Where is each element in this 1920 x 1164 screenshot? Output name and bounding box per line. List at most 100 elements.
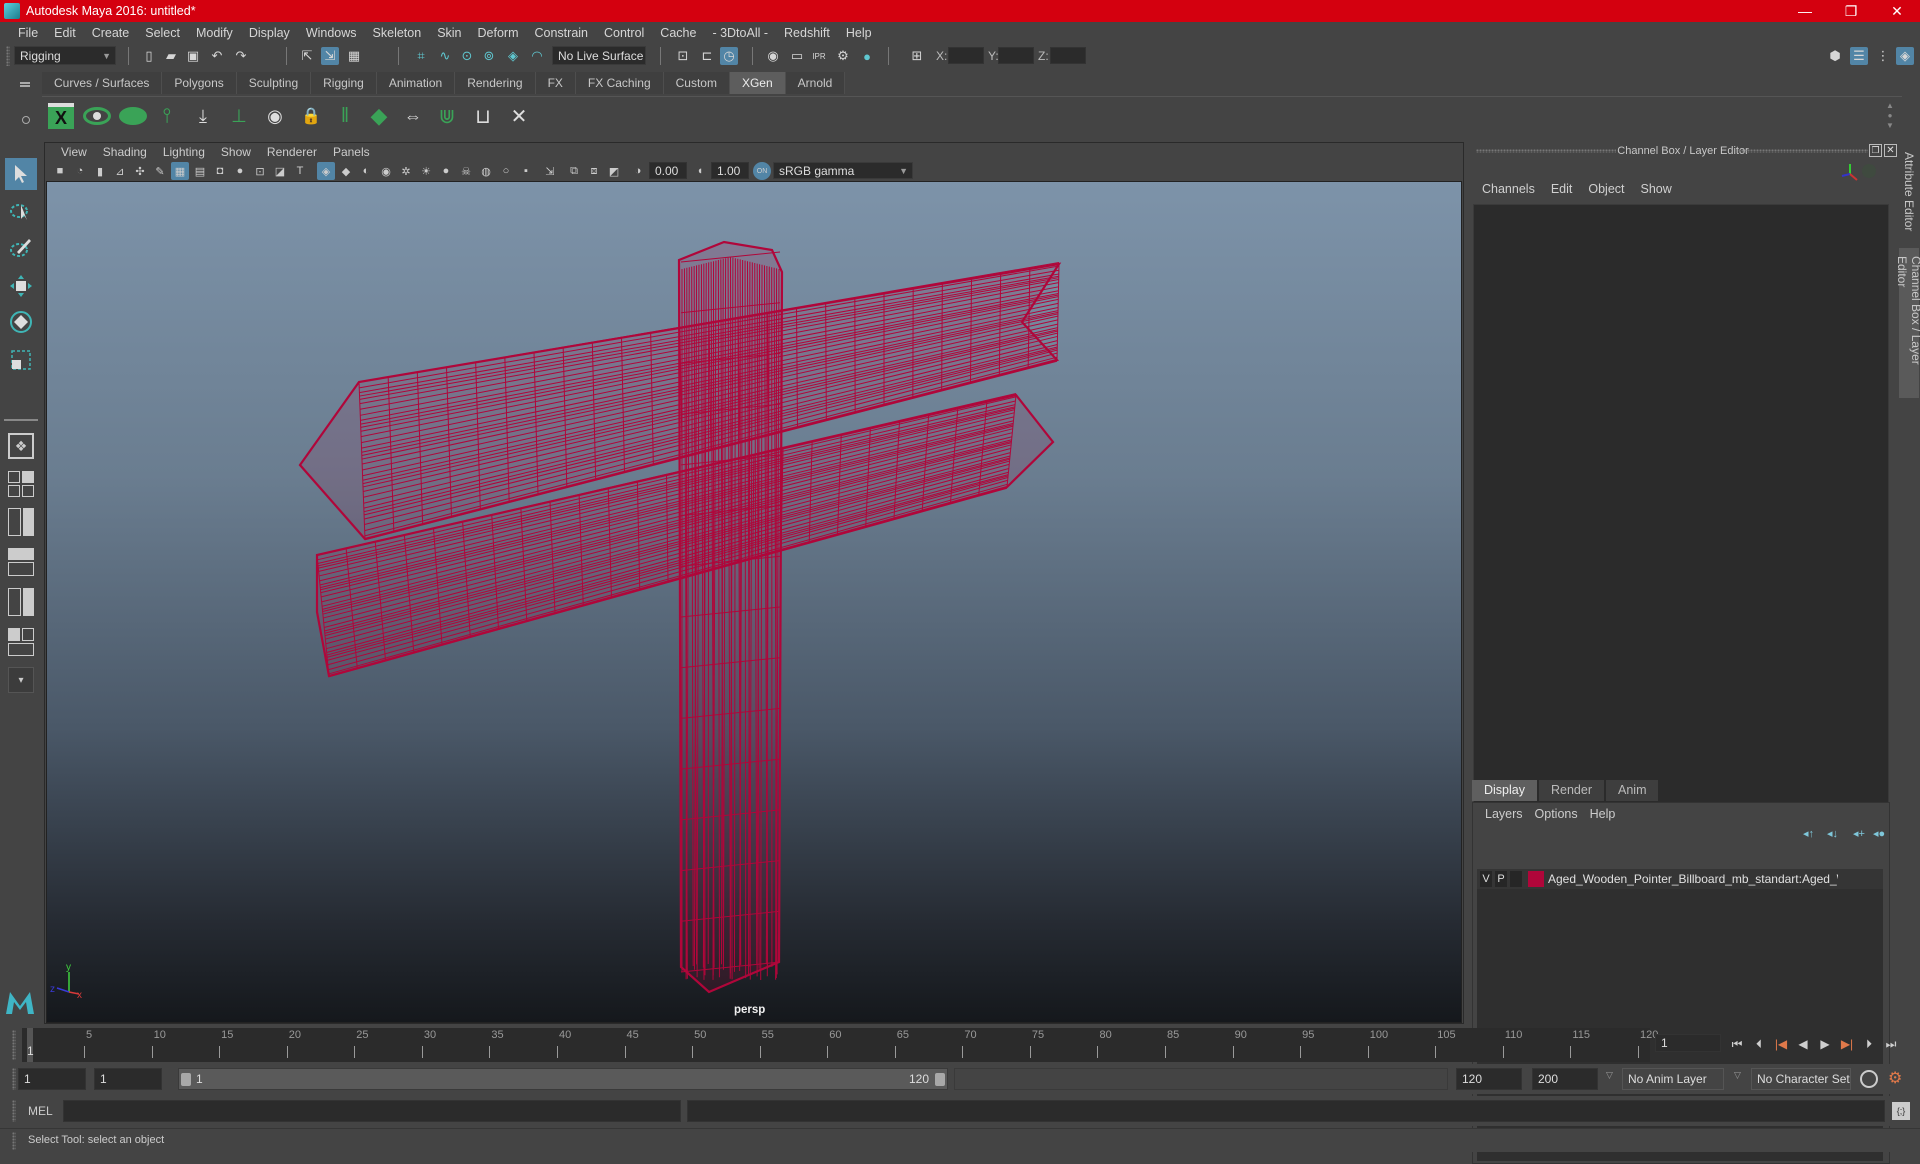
render-view-icon[interactable]: ◉ xyxy=(764,47,782,65)
shelf-tab-arnold[interactable]: Arnold xyxy=(786,72,846,94)
sculpt-guides-icon[interactable]: ⇔ xyxy=(398,100,428,132)
color-space-dropdown[interactable]: sRGB gamma ▼ xyxy=(773,162,913,179)
save-scene-icon[interactable]: ▣ xyxy=(184,47,202,65)
menu-select[interactable]: Select xyxy=(137,26,188,40)
guide-length-icon[interactable]: ‖ xyxy=(330,100,360,132)
construction-history-icon[interactable]: ◷ xyxy=(720,47,738,65)
animation-end-field[interactable]: 200 xyxy=(1532,1068,1598,1090)
viewport-menu-lighting[interactable]: Lighting xyxy=(155,145,213,159)
menu-skin[interactable]: Skin xyxy=(429,26,469,40)
channel-box-menu-channels[interactable]: Channels xyxy=(1474,182,1543,196)
hypershade-persp-layout-icon[interactable] xyxy=(5,586,37,618)
transform-constraint-icon[interactable]: ⊞ xyxy=(908,47,926,65)
step-forward-frame-icon[interactable]: ⏵ xyxy=(1859,1034,1879,1054)
auto-key-icon[interactable] xyxy=(1860,1070,1878,1088)
exposure-icon[interactable]: ◑ xyxy=(629,162,647,180)
channel-box-toggle-icon[interactable]: ◈ xyxy=(1896,47,1914,65)
isolate-select-icon[interactable]: ▪ xyxy=(517,162,535,180)
layer-tab-display[interactable]: Display xyxy=(1472,780,1537,801)
gamma-icon[interactable]: ◖ xyxy=(691,162,709,180)
playback-end-field[interactable]: 120 xyxy=(1456,1068,1522,1090)
multisample-aa-icon[interactable]: ◍ xyxy=(477,162,495,180)
side-tab-attribute-editor[interactable]: Attribute Editor xyxy=(1899,144,1919,244)
viewport-menu-panels[interactable]: Panels xyxy=(325,145,378,159)
layer-row[interactable]: V P Aged_Wooden_Pointer_Billboard_mb_sta… xyxy=(1477,869,1883,889)
snap-view-plane-icon[interactable]: ◈ xyxy=(504,47,522,65)
shelf-tab-polygons[interactable]: Polygons xyxy=(162,72,236,94)
bookmark-icon[interactable]: ▮ xyxy=(91,162,109,180)
shelf-tab-custom[interactable]: Custom xyxy=(664,72,730,94)
x-coordinate-field[interactable] xyxy=(948,47,984,64)
close-panel-icon[interactable]: ✕ xyxy=(1884,144,1897,157)
viewport-3d-view[interactable]: yzx persp xyxy=(46,181,1462,1023)
script-editor-icon[interactable]: {;} xyxy=(1892,1102,1910,1120)
command-input[interactable] xyxy=(63,1100,681,1122)
motion-blur-icon[interactable]: ☠ xyxy=(457,162,475,180)
layer-color-swatch[interactable] xyxy=(1528,871,1544,887)
shelf-settings-icon[interactable] xyxy=(22,116,30,124)
playback-start-field[interactable]: 1 xyxy=(94,1068,162,1090)
grid-toggle-icon[interactable]: ▦ xyxy=(171,162,189,180)
xgen-preview-icon[interactable] xyxy=(82,100,112,132)
layer-menu-help[interactable]: Help xyxy=(1584,807,1622,821)
step-forward-key-icon[interactable]: ▶| xyxy=(1837,1034,1857,1054)
select-components-icon[interactable]: ▦ xyxy=(345,47,363,65)
show-guides-icon[interactable]: ◉ xyxy=(260,100,290,132)
layer-menu-layers[interactable]: Layers xyxy=(1479,807,1529,821)
menu-help[interactable]: Help xyxy=(838,26,880,40)
range-slider[interactable]: 1 120 xyxy=(178,1068,948,1090)
hypershade-icon[interactable]: ● xyxy=(858,47,876,65)
shelf-tab-rendering[interactable]: Rendering xyxy=(455,72,535,94)
film-gate-icon[interactable]: ▤ xyxy=(191,162,209,180)
minimize-button[interactable]: — xyxy=(1782,0,1828,22)
select-camera-icon[interactable]: ■ xyxy=(51,162,69,180)
color-management-toggle-icon[interactable]: ON xyxy=(753,162,771,180)
shelf-tab-fx-caching[interactable]: FX Caching xyxy=(576,72,664,94)
layer-menu-options[interactable]: Options xyxy=(1529,807,1584,821)
select-tool-icon[interactable] xyxy=(5,158,37,190)
layer-name[interactable]: Aged_Wooden_Pointer_Billboard_mb_standar… xyxy=(1548,872,1838,886)
xray-joints-icon[interactable]: ⧉ xyxy=(565,162,583,180)
clump-guides-icon[interactable]: ⊔ xyxy=(468,100,498,132)
side-tab-channel-box[interactable]: Channel Box / Layer Editor xyxy=(1899,248,1919,398)
textured-icon[interactable]: ◉ xyxy=(377,162,395,180)
chevron-down-icon[interactable]: ▽ xyxy=(1734,1070,1741,1081)
four-view-layout-icon[interactable] xyxy=(5,468,37,500)
attribute-editor-toggle-icon[interactable]: ☰ xyxy=(1850,47,1868,65)
channel-box-menu-object[interactable]: Object xyxy=(1580,182,1632,196)
input-ops-icon[interactable]: ⊡ xyxy=(674,47,692,65)
persp-outliner-graph-layout-icon[interactable] xyxy=(5,626,37,658)
image-plane-icon[interactable]: ⊿ xyxy=(111,162,129,180)
menu-redshift[interactable]: Redshift xyxy=(776,26,838,40)
shelf-tab-rigging[interactable]: Rigging xyxy=(311,72,377,94)
xgen-window-icon[interactable]: X xyxy=(46,100,76,132)
manipulator-axis-icon[interactable] xyxy=(1840,162,1860,182)
select-objects-icon[interactable]: ⇲ xyxy=(321,47,339,65)
move-tool-icon[interactable] xyxy=(5,270,37,302)
current-frame-field[interactable]: 1 xyxy=(1655,1034,1721,1052)
shelf-tab-xgen[interactable]: XGen xyxy=(730,72,786,94)
select-hierarchy-icon[interactable]: ⇱ xyxy=(298,47,316,65)
snap-grid-icon[interactable]: ⌗ xyxy=(412,47,430,65)
layer-playback-toggle[interactable]: P xyxy=(1495,871,1507,887)
scale-tool-icon[interactable] xyxy=(5,344,37,376)
new-layer-selected-icon[interactable]: ◂● xyxy=(1873,827,1885,840)
ipr-render-icon[interactable]: IPR xyxy=(810,47,828,65)
wireframe-icon[interactable]: ◈ xyxy=(317,162,335,180)
menu-edit[interactable]: Edit xyxy=(46,26,84,40)
new-scene-icon[interactable]: ▯ xyxy=(140,47,158,65)
toolbar-grip[interactable] xyxy=(6,46,10,66)
render-settings-icon[interactable]: ⚙ xyxy=(834,47,852,65)
outliner-persp-layout-icon[interactable] xyxy=(5,506,37,538)
viewport-menu-renderer[interactable]: Renderer xyxy=(259,145,325,159)
shelf-tab-curves-surfaces[interactable]: Curves / Surfaces xyxy=(42,72,162,94)
menuset-dropdown[interactable]: Rigging ▼ xyxy=(14,46,116,65)
chevron-down-icon[interactable]: ▽ xyxy=(1606,1070,1613,1081)
menu-constrain[interactable]: Constrain xyxy=(527,26,597,40)
time-slider[interactable]: 1 51015202530354045505560657075808590951… xyxy=(22,1028,1650,1062)
menu-deform[interactable]: Deform xyxy=(470,26,527,40)
viewport-menu-shading[interactable]: Shading xyxy=(95,145,155,159)
shadows-icon[interactable]: ☀ xyxy=(417,162,435,180)
import-collection-icon[interactable]: ⤓ xyxy=(188,100,218,132)
shelf-scroll-arrows[interactable]: ▲●▼ xyxy=(1884,101,1896,133)
